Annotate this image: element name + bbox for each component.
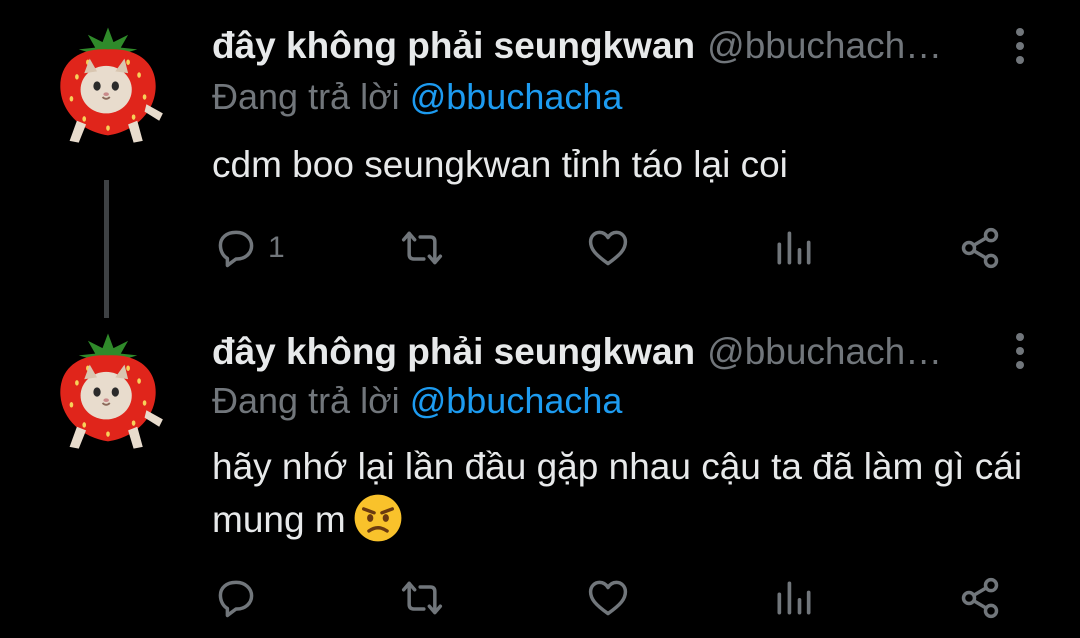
avatar[interactable] [44,22,172,150]
retweet-icon [401,231,443,265]
share-button[interactable] [958,220,1002,276]
user-handle[interactable]: @bbuchach… [707,22,942,70]
retweet-button[interactable] [400,570,444,626]
strawberry-cat-avatar-icon [59,26,164,144]
user-handle[interactable]: @bbuchach… [707,328,942,376]
share-icon [961,227,999,269]
tweet[interactable]: đây không phải seungkwan @bbuchach… Đang… [0,0,1080,318]
more-icon[interactable] [1014,28,1026,64]
display-name[interactable]: đây không phải seungkwan [212,22,695,70]
tweet-header: đây không phải seungkwan @bbuchach… [212,328,1010,376]
tweet-text: cdm boo seungkwan tỉnh táo lại coi [212,144,788,185]
like-button[interactable] [586,220,630,276]
reply-count: 1 [268,231,285,264]
replying-to-label: Đang trả lời [212,380,400,421]
display-name[interactable]: đây không phải seungkwan [212,328,695,376]
strawberry-cat-avatar-icon [59,332,164,450]
action-bar: 1 [0,220,1080,276]
tweet[interactable]: đây không phải seungkwan @bbuchach… Đang… [0,318,1080,638]
mention-link[interactable]: @bbuchacha [410,76,623,117]
share-button[interactable] [958,570,1002,626]
views-icon [777,581,811,615]
mention-link[interactable]: @bbuchacha [410,380,623,421]
more-icon[interactable] [1014,333,1026,369]
avatar[interactable] [44,328,172,456]
like-icon [588,230,628,266]
replying-to-label: Đang trả lời [212,76,400,117]
reply-button[interactable] [214,570,268,626]
reply-button[interactable]: 1 [214,220,285,276]
views-icon [777,231,811,265]
action-bar [0,570,1080,626]
like-button[interactable] [586,570,630,626]
tweet-text: hãy nhớ lại lần đầu gặp nhau cậu ta đã l… [212,446,1023,540]
angry-face-emoji-icon [354,494,402,542]
like-icon [588,580,628,616]
reply-icon [218,580,254,618]
reply-icon [218,230,254,268]
tweet-header: đây không phải seungkwan @bbuchach… [212,22,1010,70]
share-icon [961,577,999,619]
tweet-text-container: hãy nhớ lại lần đầu gặp nhau cậu ta đã l… [212,442,1032,545]
replying-to: Đang trả lời @bbuchacha [212,378,622,424]
views-button[interactable] [772,220,816,276]
views-button[interactable] [772,570,816,626]
retweet-button[interactable] [400,220,444,276]
retweet-icon [401,581,443,615]
replying-to: Đang trả lời @bbuchacha [212,74,622,120]
